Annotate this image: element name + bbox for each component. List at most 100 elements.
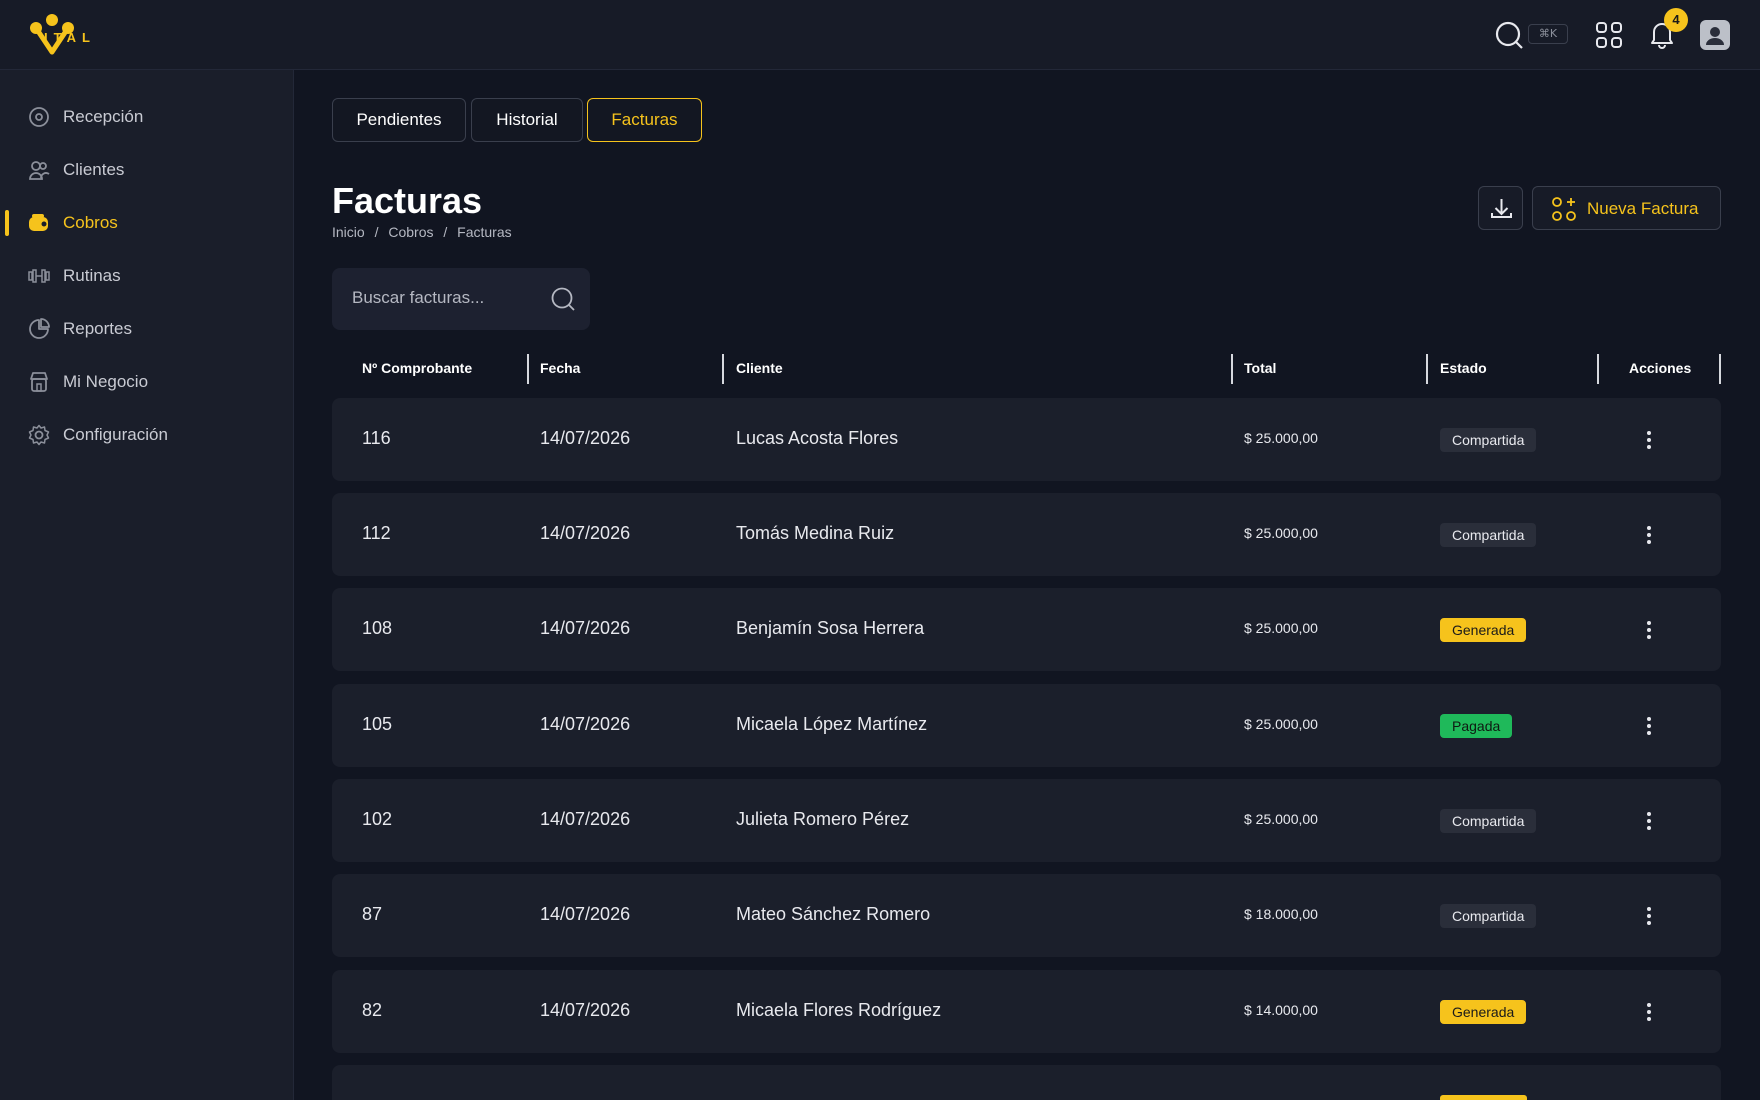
gear-icon [28, 424, 50, 446]
status-badge: Compartida [1440, 523, 1537, 547]
page-title: Facturas [332, 180, 483, 221]
sidebar-item-label: Mi Negocio [63, 372, 149, 391]
pie-chart-icon [29, 318, 50, 339]
cell-numero: 105 [362, 714, 393, 734]
download-icon [1491, 199, 1512, 218]
table-row[interactable]: 82 14/07/2026 Micaela Flores Rodríguez $… [332, 970, 1721, 1053]
status-badge: Compartida [1440, 809, 1537, 833]
wallet-icon [29, 214, 48, 231]
tab-pendientes[interactable]: Pendientes [332, 98, 466, 142]
notification-badge: 4 [1664, 8, 1688, 32]
cell-numero: 116 [362, 428, 391, 448]
column-header-acciones: Acciones [1629, 360, 1692, 376]
column-divider [1231, 354, 1233, 384]
table-row[interactable]: 102 14/07/2026 Julieta Romero Pérez $ 25… [332, 779, 1721, 862]
search-icon [551, 287, 575, 311]
more-options-icon[interactable] [1645, 1000, 1653, 1024]
sidebar: Recepción Clientes Cobros Rutinas Report… [0, 70, 294, 1100]
column-divider [722, 354, 724, 384]
more-options-icon[interactable] [1645, 904, 1653, 928]
more-options-icon[interactable] [1645, 809, 1653, 833]
column-header-estado[interactable]: Estado [1440, 360, 1487, 376]
search-input[interactable]: Buscar facturas... [332, 268, 590, 330]
table-row[interactable]: 112 14/07/2026 Tomás Medina Ruiz $ 25.00… [332, 493, 1721, 576]
search-placeholder: Buscar facturas... [352, 288, 485, 307]
cell-cliente: Micaela Flores Rodríguez [736, 1000, 942, 1020]
cell-cliente: Micaela López Martínez [736, 714, 928, 734]
cell-fecha: 14/07/2026 [540, 809, 631, 829]
cell-numero: 102 [362, 809, 393, 829]
sidebar-item-label: Reportes [63, 319, 132, 338]
sidebar-item-clientes[interactable]: Clientes [0, 148, 294, 192]
cell-cliente: Tomás Medina Ruiz [736, 523, 895, 543]
more-options-icon[interactable] [1645, 714, 1653, 738]
sidebar-item-label: Configuración [63, 425, 168, 444]
cell-fecha: 14/07/2026 [540, 618, 631, 638]
table-row[interactable]: 87 14/07/2026 Mateo Sánchez Romero $ 18.… [332, 874, 1721, 957]
dumbbell-icon [28, 269, 50, 283]
tab-facturas[interactable]: Facturas [587, 98, 702, 142]
breadcrumb-inicio[interactable]: Inicio [332, 224, 365, 240]
cell-cliente: Lucas Acosta Flores [736, 428, 899, 448]
sidebar-item-label: Cobros [63, 213, 118, 232]
table-row[interactable]: 108 14/07/2026 Benjamín Sosa Herrera $ 2… [332, 588, 1721, 671]
column-divider [1597, 354, 1599, 384]
column-header-numero[interactable]: Nº Comprobante [362, 360, 472, 376]
breadcrumb-separator: / [374, 224, 379, 240]
column-header-cliente[interactable]: Cliente [736, 360, 783, 376]
table-row[interactable]: 105 14/07/2026 Micaela López Martínez $ … [332, 684, 1721, 767]
breadcrumb-facturas: Facturas [457, 224, 512, 240]
cell-cliente: Mateo Sánchez Romero [736, 904, 931, 924]
sidebar-item-cobros[interactable]: Cobros [0, 201, 294, 245]
more-options-icon[interactable] [1645, 618, 1653, 642]
breadcrumb-cobros[interactable]: Cobros [388, 224, 433, 240]
logo-text: ITAL [44, 30, 96, 45]
search-icon[interactable] [1494, 20, 1524, 50]
status-badge-partial [1440, 1095, 1527, 1100]
tab-historial[interactable]: Historial [471, 98, 583, 142]
more-options-icon[interactable] [1645, 428, 1653, 452]
clients-icon [29, 161, 50, 180]
sidebar-item-rutinas[interactable]: Rutinas [0, 254, 294, 298]
table-row[interactable]: 116 14/07/2026 Lucas Acosta Flores $ 25.… [332, 398, 1721, 481]
cell-total: $ 18.000,00 [1244, 906, 1318, 922]
cell-fecha: 14/07/2026 [540, 523, 631, 543]
new-invoice-button[interactable]: Nueva Factura [1532, 186, 1721, 230]
cell-fecha: 14/07/2026 [540, 714, 631, 734]
column-divider [527, 354, 529, 384]
breadcrumb-separator: / [443, 224, 448, 240]
download-button[interactable] [1478, 186, 1523, 230]
sidebar-item-mi-negocio[interactable]: Mi Negocio [0, 360, 294, 404]
cell-total: $ 14.000,00 [1244, 1002, 1318, 1018]
cell-total: $ 25.000,00 [1244, 716, 1318, 732]
table-row-partial[interactable] [332, 1065, 1721, 1100]
sidebar-item-configuracion[interactable]: Configuración [0, 413, 294, 457]
cell-fecha: 14/07/2026 [540, 904, 631, 924]
cell-numero: 87 [362, 904, 383, 924]
cell-fecha: 14/07/2026 [540, 1000, 631, 1020]
new-invoice-label: Nueva Factura [1587, 199, 1699, 218]
cell-fecha: 14/07/2026 [540, 428, 631, 448]
status-badge: Compartida [1440, 904, 1537, 928]
user-avatar-icon[interactable] [1700, 20, 1730, 50]
column-divider [1719, 354, 1721, 384]
cell-numero: 82 [362, 1000, 383, 1020]
search-shortcut: ⌘K [1528, 24, 1568, 44]
status-badge: Pagada [1440, 714, 1513, 738]
top-bar: ITAL ⌘K 4 [0, 0, 1760, 70]
cell-cliente: Julieta Romero Pérez [736, 809, 910, 829]
sidebar-item-label: Clientes [63, 160, 125, 179]
column-divider [1426, 354, 1428, 384]
sidebar-item-recepcion[interactable]: Recepción [0, 95, 294, 139]
breadcrumb: Inicio / Cobros / Facturas [332, 224, 518, 240]
sidebar-item-reportes[interactable]: Reportes [0, 307, 294, 351]
column-header-fecha[interactable]: Fecha [540, 360, 580, 376]
active-indicator [5, 210, 9, 236]
sidebar-item-label: Rutinas [63, 266, 121, 285]
column-header-total[interactable]: Total [1244, 360, 1276, 376]
apps-icon[interactable] [1594, 20, 1624, 50]
cell-total: $ 25.000,00 [1244, 430, 1318, 446]
sidebar-item-label: Recepción [63, 107, 144, 126]
more-options-icon[interactable] [1645, 523, 1653, 547]
cell-cliente: Benjamín Sosa Herrera [736, 618, 925, 638]
